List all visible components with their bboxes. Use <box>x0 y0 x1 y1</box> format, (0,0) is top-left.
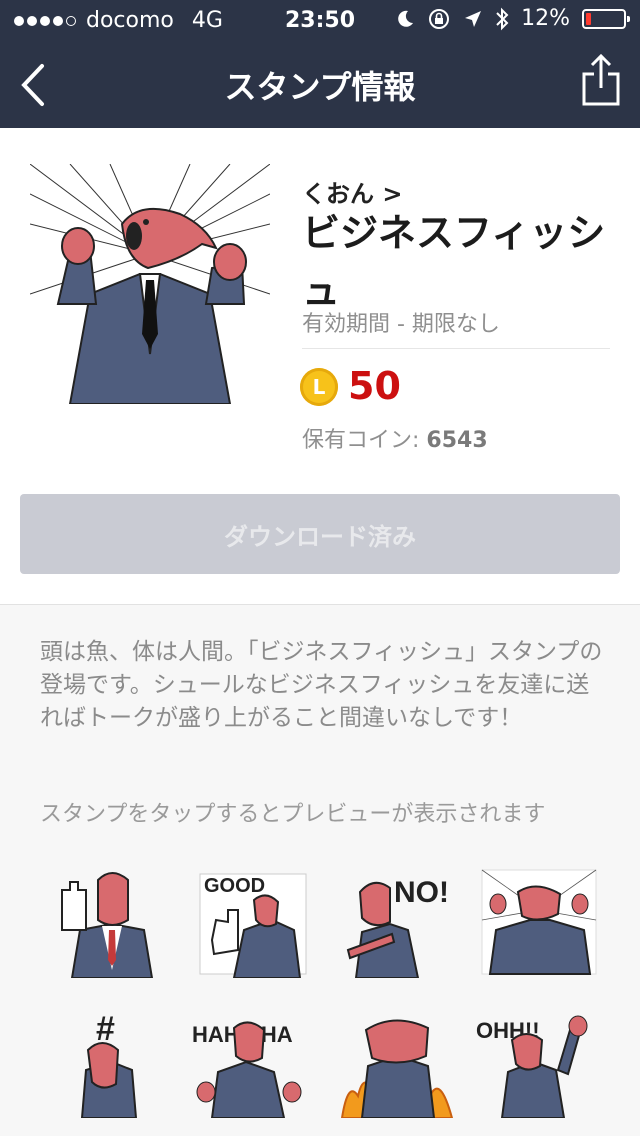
battery-percent: 12% <box>521 6 570 31</box>
sticker-preview-6[interactable]: HAHA HA <box>190 1000 308 1118</box>
status-bar: docomo 4G 23:50 12% <box>0 0 640 40</box>
share-button[interactable] <box>580 52 622 108</box>
line-coin-icon: L <box>300 368 338 406</box>
sticker-description: 頭は魚、体は人間。「ビジネスフィッシュ」スタンプの登場です。シュールなビジネスフ… <box>40 639 603 731</box>
product-info-section: くおん > ビジネスフィッシュ 有効期間 - 期限なし L 50 保有コイン: … <box>0 128 640 605</box>
sticker-preview-4[interactable] <box>480 860 598 978</box>
download-button[interactable]: ダウンロード済み <box>20 494 620 574</box>
location-icon <box>465 10 482 27</box>
sticker-preview-5[interactable]: # <box>52 1000 170 1118</box>
owned-coins-label: 保有コイン: <box>302 428 427 453</box>
top-bar: docomo 4G 23:50 12% スタンプ情報 <box>0 0 640 128</box>
sticker-text: GOOD <box>204 875 265 897</box>
battery-icon <box>582 8 630 29</box>
sticker-preview-2[interactable]: GOOD <box>194 860 312 978</box>
sticker-title: ビジネスフィッシュ <box>302 211 606 313</box>
preview-hint: スタンプをタップするとプレビューが表示されます <box>40 802 546 827</box>
moon-icon <box>398 10 414 27</box>
sticker-preview-1[interactable] <box>52 860 170 978</box>
divider <box>302 348 610 349</box>
owned-coins: 保有コイン: 6543 <box>302 422 488 454</box>
sticker-preview-7[interactable] <box>338 1000 456 1118</box>
sticker-preview-8[interactable]: OHH!! <box>476 1000 594 1118</box>
rotation-lock-icon <box>429 8 450 29</box>
owned-coins-value: 6543 <box>426 428 488 453</box>
validity-period: 有効期間 - 期限なし <box>302 312 500 337</box>
price: 50 <box>348 364 401 408</box>
bluetooth-icon <box>496 7 509 30</box>
sticker-text: NO! <box>394 876 449 909</box>
share-icon <box>582 53 620 106</box>
page-title: スタンプ情報 <box>224 68 416 106</box>
sticker-main-image <box>30 164 270 404</box>
sticker-preview-3[interactable]: NO! <box>338 860 456 978</box>
